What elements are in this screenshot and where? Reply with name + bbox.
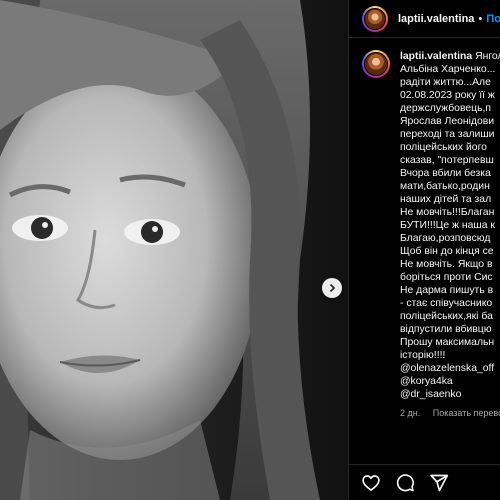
caption-meta: 2 дн. Показать перевод bbox=[400, 407, 500, 420]
caption-line: Прошу максимальн bbox=[400, 337, 495, 348]
caption-line: мати,батько,родин bbox=[400, 181, 490, 192]
caption-line: історію!!!! bbox=[400, 350, 446, 361]
post-header: laptii.valentina • Подписаться bbox=[349, 0, 500, 38]
comment-icon bbox=[396, 473, 414, 491]
caption-line: БУТИ!!!Це ж наша к bbox=[400, 220, 495, 231]
caption-username[interactable]: laptii.valentina bbox=[400, 51, 472, 62]
caption-line: сказав, "потерпевш bbox=[400, 155, 494, 166]
header-username[interactable]: laptii.valentina bbox=[398, 13, 474, 25]
heart-icon bbox=[362, 474, 380, 491]
translate-link[interactable]: Показать перевод bbox=[433, 408, 500, 418]
comment-button[interactable] bbox=[395, 473, 415, 493]
follow-button[interactable]: Подписаться bbox=[486, 13, 500, 25]
post-caption: laptii.valentina Янгол Альбіна Харченко.… bbox=[362, 50, 500, 420]
caption-line: радіти життю...Але bbox=[400, 77, 491, 88]
caption-line: Не дарма пишуть в bbox=[400, 285, 494, 296]
caption-line: переході та залиши bbox=[400, 129, 495, 140]
caption-avatar[interactable] bbox=[362, 50, 390, 78]
mention-link[interactable]: @dr_isaenko bbox=[400, 388, 500, 401]
caption-line: Щоб він до кінця се bbox=[400, 246, 494, 257]
separator-dot: • bbox=[478, 12, 483, 25]
post-photo bbox=[0, 0, 348, 500]
post-side-panel: laptii.valentina • Подписаться laptii.va… bbox=[348, 0, 500, 500]
caption-line: відпустили вбивцю bbox=[400, 324, 492, 335]
caption-line: держслужбовець,п bbox=[400, 103, 491, 114]
paper-plane-icon bbox=[430, 474, 449, 491]
caption-line: Ярослав Леонідови bbox=[400, 116, 495, 127]
share-button[interactable] bbox=[429, 473, 449, 493]
caption-line: Не мовчіть. Якщо в bbox=[400, 259, 493, 270]
caption-line: поліцейських його bbox=[400, 142, 487, 153]
caption-first-line: Янгол bbox=[475, 51, 500, 62]
post-media[interactable] bbox=[0, 0, 348, 500]
chevron-right-icon bbox=[329, 283, 336, 293]
caption-line: 02.08.2023 року її ж bbox=[400, 90, 495, 101]
caption-line: Альбіна Харченко... bbox=[400, 64, 496, 75]
mention-link[interactable]: @olenazelenska_off bbox=[400, 362, 500, 375]
caption-line: Вчора вбили безка bbox=[400, 168, 491, 179]
mention-link[interactable]: @korya4ka bbox=[400, 375, 500, 388]
caption-line: наших дітей та зал bbox=[400, 194, 492, 205]
avatar[interactable] bbox=[362, 5, 388, 32]
caption-line: Не мовчіть!!!Благан bbox=[400, 207, 495, 218]
next-photo-button[interactable] bbox=[322, 278, 342, 298]
caption-line: поліцейських,які ба bbox=[400, 311, 493, 322]
action-bar bbox=[349, 464, 500, 500]
post-time[interactable]: 2 дн. bbox=[400, 408, 420, 418]
like-button[interactable] bbox=[361, 473, 381, 493]
caption-line: - стає співучаснико bbox=[400, 298, 493, 309]
caption-line: боріться проти Сис bbox=[400, 272, 493, 283]
caption-line: Благаю,розповсюд bbox=[400, 233, 491, 244]
